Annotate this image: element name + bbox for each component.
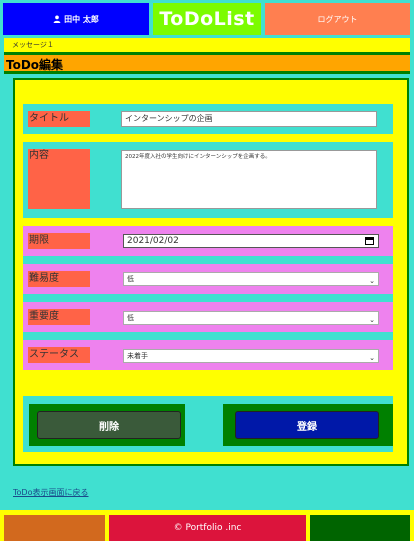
user-name: 田中 太郎 xyxy=(64,14,99,24)
header: 田中 太郎 ToDoList ログアウト xyxy=(0,0,414,38)
title-label: タイトル xyxy=(28,111,90,127)
chevron-down-icon: ⌄ xyxy=(369,316,375,324)
app-title[interactable]: ToDoList xyxy=(153,3,261,35)
edit-form: タイトル インターンシップの企画 内容 2022年度入社の学生向けにインターンシ… xyxy=(13,78,409,466)
row-separator xyxy=(23,332,393,340)
deadline-value: 2021/02/02 xyxy=(127,236,179,246)
calendar-icon[interactable] xyxy=(365,237,374,245)
user-button[interactable]: 田中 太郎 xyxy=(3,3,149,35)
title-input[interactable]: インターンシップの企画 xyxy=(121,111,377,127)
row-separator xyxy=(23,294,393,302)
action-bar: 削除 登録 xyxy=(23,396,393,452)
main-area: タイトル インターンシップの企画 内容 2022年度入社の学生向けにインターンシ… xyxy=(0,74,414,510)
register-button[interactable]: 登録 xyxy=(235,411,379,439)
difficulty-row: 難易度 低 ⌄ xyxy=(23,264,393,294)
logout-button[interactable]: ログアウト xyxy=(265,3,410,35)
status-select[interactable]: 未着手 ⌄ xyxy=(123,349,379,363)
content-row: 内容 2022年度入社の学生向けにインターンシップを企画する。 xyxy=(23,142,393,218)
user-icon xyxy=(53,15,61,23)
chevron-down-icon: ⌄ xyxy=(369,354,375,362)
content-textarea[interactable]: 2022年度入社の学生向けにインターンシップを企画する。 xyxy=(121,150,377,209)
delete-button-wrap: 削除 xyxy=(29,404,185,446)
deadline-date-input[interactable]: 2021/02/02 xyxy=(123,234,379,248)
row-separator xyxy=(23,256,393,264)
page-heading: ToDo編集 xyxy=(4,52,410,74)
deadline-label: 期限 xyxy=(28,233,90,249)
form-body: タイトル インターンシップの企画 内容 2022年度入社の学生向けにインターンシ… xyxy=(21,96,403,452)
chevron-down-icon: ⌄ xyxy=(369,277,375,285)
page-title: ToDo編集 xyxy=(6,58,64,72)
title-row: タイトル インターンシップの企画 xyxy=(23,104,393,134)
deadline-row: 期限 2021/02/02 xyxy=(23,226,393,256)
delete-button[interactable]: 削除 xyxy=(37,411,181,439)
footer-left-block xyxy=(4,515,105,541)
content-label: 内容 xyxy=(28,149,90,209)
page-heading-bar: ToDo編集 xyxy=(0,52,414,74)
footer-right-block xyxy=(310,515,410,541)
importance-label: 重要度 xyxy=(28,309,90,325)
importance-value: 低 xyxy=(127,314,134,322)
status-value: 未着手 xyxy=(127,352,148,360)
footer-copyright: © Portfolio .inc xyxy=(109,515,306,541)
importance-select[interactable]: 低 ⌄ xyxy=(123,311,379,325)
back-to-list-link[interactable]: ToDo表示画面に戻る xyxy=(13,487,88,498)
difficulty-value: 低 xyxy=(127,275,134,283)
importance-row: 重要度 低 ⌄ xyxy=(23,302,393,332)
message-text: メッセージ１ xyxy=(12,41,54,49)
status-label: ステータス xyxy=(28,347,90,363)
status-row: ステータス 未着手 ⌄ xyxy=(23,340,393,370)
register-button-wrap: 登録 xyxy=(223,404,393,446)
message-bar: メッセージ１ xyxy=(0,38,414,52)
difficulty-label: 難易度 xyxy=(28,271,90,287)
footer: © Portfolio .inc xyxy=(0,510,414,541)
difficulty-select[interactable]: 低 ⌄ xyxy=(123,272,379,286)
